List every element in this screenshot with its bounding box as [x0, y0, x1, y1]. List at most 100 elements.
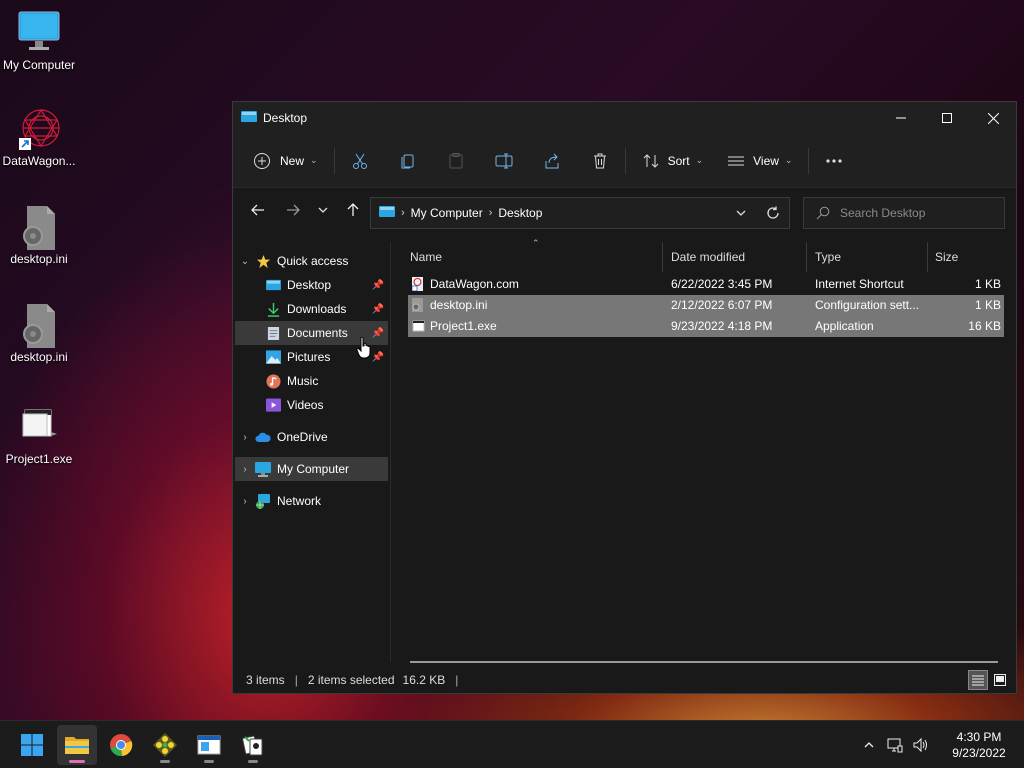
column-header-name[interactable]: Name ⌃ — [410, 238, 660, 272]
sidebar-item-my-computer[interactable]: › My Computer — [235, 457, 388, 481]
desktop-icon-desktop-ini-2[interactable]: desktop.ini — [0, 302, 78, 364]
sidebar-item-desktop[interactable]: Desktop 📌 — [235, 273, 388, 297]
sidebar-item-quick-access[interactable]: ⌄ Quick access — [235, 249, 388, 273]
forward-button[interactable] — [278, 195, 308, 225]
sidebar-item-music[interactable]: Music — [235, 369, 388, 393]
taskbar-file-explorer[interactable] — [57, 725, 97, 765]
title-bar[interactable]: Desktop — [233, 102, 1016, 134]
file-type: Application — [815, 319, 874, 333]
sort-button[interactable]: Sort ⌄ — [636, 145, 710, 177]
sidebar-item-label: Downloads — [287, 302, 347, 316]
tiles-view-icon — [994, 674, 1006, 686]
show-hidden-icons-button[interactable] — [856, 739, 882, 751]
star-icon — [255, 253, 271, 269]
breadcrumb-desktop[interactable]: Desktop — [498, 206, 542, 220]
back-button[interactable] — [243, 195, 273, 225]
recent-locations-button[interactable] — [308, 195, 338, 225]
pin-icon[interactable]: 📌 — [372, 280, 384, 291]
chevron-right-icon[interactable]: › — [235, 432, 255, 443]
chrome-icon — [110, 734, 133, 757]
view-label: View — [753, 153, 779, 168]
column-divider[interactable] — [662, 242, 663, 272]
scissors-icon — [352, 153, 367, 169]
chevron-down-icon[interactable]: ⌄ — [235, 256, 255, 267]
cut-button[interactable] — [345, 145, 375, 177]
sidebar-item-label: Network — [277, 494, 322, 508]
column-divider[interactable] — [806, 242, 807, 272]
maximize-button[interactable] — [924, 102, 970, 134]
chevron-right-icon[interactable]: › — [235, 464, 255, 475]
address-bar[interactable]: › My Computer › Desktop — [370, 197, 790, 229]
share-icon — [545, 153, 559, 168]
desktop-icon-desktop-ini-1[interactable]: desktop.ini — [0, 204, 78, 266]
taskbar-chrome[interactable] — [101, 725, 141, 765]
close-button[interactable] — [970, 102, 1016, 134]
my-computer-icon — [379, 205, 395, 222]
column-header-date[interactable]: Date modified — [671, 242, 811, 272]
up-button[interactable] — [338, 195, 368, 225]
plus-circle-icon — [254, 152, 270, 169]
desktop-icon-my-computer[interactable]: My Computer — [0, 10, 78, 72]
share-button[interactable] — [537, 145, 567, 177]
taskbar-app-3[interactable] — [145, 725, 185, 765]
hand-cursor-icon — [356, 337, 371, 359]
sidebar-item-onedrive[interactable]: › OneDrive — [235, 425, 388, 449]
minimize-button[interactable] — [878, 102, 924, 134]
sidebar-item-network[interactable]: › Network — [235, 489, 388, 513]
column-header-label: Date modified — [671, 250, 746, 264]
clock[interactable]: 4:30 PM 9/23/2022 — [934, 729, 1024, 761]
pin-icon[interactable]: 📌 — [372, 352, 384, 363]
column-header-type[interactable]: Type — [815, 242, 925, 272]
desktop-icon-datawagon[interactable]: DataWagon... — [0, 106, 78, 168]
new-label: New — [280, 153, 305, 168]
volume-button[interactable] — [908, 737, 934, 753]
table-row[interactable]: DataWagon.com 6/22/2022 3:45 PM Internet… — [408, 274, 1004, 295]
pin-icon[interactable]: 📌 — [372, 328, 384, 339]
sidebar-item-downloads[interactable]: Downloads 📌 — [235, 297, 388, 321]
config-file-icon — [17, 302, 61, 348]
address-dropdown-button[interactable] — [725, 198, 757, 228]
paste-button[interactable] — [441, 145, 471, 177]
more-dots-icon — [826, 158, 843, 163]
column-divider[interactable] — [927, 242, 928, 272]
chevron-down-icon: ⌄ — [310, 155, 318, 165]
rename-button[interactable] — [489, 145, 519, 177]
search-box[interactable] — [803, 197, 1005, 229]
delete-button[interactable] — [585, 145, 615, 177]
picture-icon — [265, 349, 281, 365]
puzzle-app-icon — [153, 733, 177, 757]
speaker-icon — [913, 737, 927, 753]
file-size: 1 KB — [974, 277, 1001, 291]
start-button[interactable] — [12, 725, 52, 765]
desktop-icon-project1[interactable]: Project1.exe — [0, 404, 78, 466]
sidebar-item-label: Quick access — [277, 254, 349, 268]
paste-icon — [449, 152, 463, 168]
horizontal-scrollbar[interactable] — [410, 661, 998, 663]
chevron-down-icon — [318, 207, 328, 213]
taskbar-app-5[interactable] — [233, 725, 273, 765]
view-list-icon — [728, 156, 745, 165]
taskbar-app-4[interactable] — [189, 725, 229, 765]
search-input[interactable] — [840, 206, 990, 220]
sidebar-item-label: Music — [287, 374, 319, 388]
new-button[interactable]: New ⌄ — [247, 145, 324, 177]
table-row[interactable]: desktop.ini 2/12/2022 6:07 PM Configurat… — [408, 295, 1004, 316]
chevron-down-icon — [736, 210, 746, 216]
view-button[interactable]: View ⌄ — [721, 145, 798, 177]
running-indicator — [248, 760, 258, 763]
status-separator: | — [455, 673, 459, 687]
breadcrumb-my-computer[interactable]: My Computer — [411, 206, 483, 220]
details-view-button[interactable] — [968, 670, 988, 690]
network-status-button[interactable] — [882, 737, 908, 753]
refresh-button[interactable] — [757, 198, 789, 228]
file-date: 9/23/2022 4:18 PM — [671, 319, 773, 333]
more-options-button[interactable] — [819, 145, 849, 177]
download-arrow-icon — [265, 301, 281, 317]
sidebar-item-videos[interactable]: Videos — [235, 393, 388, 417]
chevron-right-icon[interactable]: › — [235, 496, 255, 507]
copy-button[interactable] — [393, 145, 423, 177]
table-row[interactable]: Project1.exe 9/23/2022 4:18 PM Applicati… — [408, 316, 1004, 337]
column-header-size[interactable]: Size — [935, 242, 1003, 272]
pin-icon[interactable]: 📌 — [372, 304, 384, 315]
tiles-view-button[interactable] — [990, 670, 1010, 690]
